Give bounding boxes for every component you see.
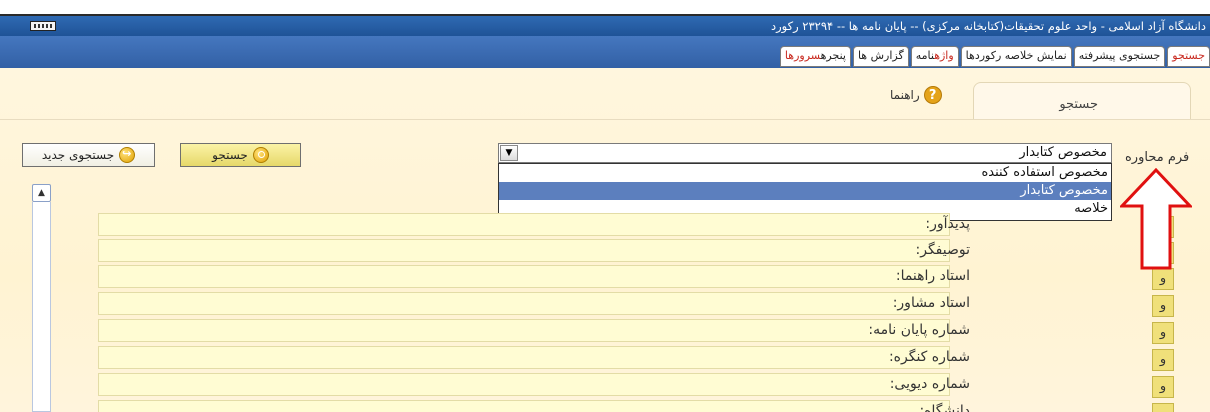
form-type-label: فرم محاوره [1125, 150, 1190, 165]
scroll-up-button[interactable]: ▲ [32, 184, 51, 202]
field-row-congress-number: شماره کنگره: و [0, 346, 1210, 374]
field-label: استاد راهنما: [895, 268, 970, 284]
help-link[interactable]: راهنما ? [890, 86, 942, 104]
field-label: شماره کنگره: [888, 349, 970, 365]
field-row-university: دانشگاه: و [0, 400, 1210, 412]
magnifier-icon [252, 147, 269, 163]
red-up-arrow-icon [1120, 168, 1192, 270]
top-strip [0, 0, 1210, 14]
field-row-creator: پدیدآور: [0, 213, 1210, 241]
tab-reports[interactable]: گزارش ها [852, 46, 909, 67]
chevron-down-icon[interactable]: ▼ [500, 145, 518, 161]
conjunction-button[interactable]: و [1152, 349, 1174, 371]
field-row-thesis-number: شماره پایان نامه: و [0, 319, 1210, 347]
field-row-dewey-number: شماره دیویی: و [0, 373, 1210, 401]
field-label: پدیدآور: [925, 216, 970, 232]
tab-search[interactable]: جستجو [1167, 46, 1210, 67]
conjunction-button[interactable]: و [1152, 295, 1174, 317]
form-type-select[interactable]: ▼ مخصوص کتابدار [498, 143, 1112, 163]
field-label: دانشگاه: [919, 403, 970, 412]
tab-bar: جستجو جستجوی پیشرفته نمایش خلاصه رکوردها… [0, 36, 1210, 68]
panel-tab-search[interactable]: جستجو [973, 82, 1191, 120]
university-input[interactable] [98, 400, 950, 412]
conjunction-button[interactable]: و [1152, 403, 1174, 412]
conjunction-button[interactable]: و [1152, 376, 1174, 398]
keyboard-icon[interactable] [30, 21, 56, 31]
field-label: استاد مشاور: [892, 295, 970, 311]
congress-number-input[interactable] [98, 346, 950, 369]
conjunction-button[interactable]: و [1152, 322, 1174, 344]
panel-divider [0, 119, 1210, 120]
window-title: دانشگاه آزاد اسلامی - واحد علوم تحقیقات(… [770, 19, 1206, 33]
field-label: شماره دیویی: [889, 376, 970, 392]
search-button[interactable]: جستجو [180, 143, 301, 167]
tab-advanced-search[interactable]: جستجوی پیشرفته [1073, 46, 1166, 67]
help-label: راهنما [890, 88, 920, 102]
descriptor-input[interactable] [98, 239, 950, 262]
field-label: توصیفگر: [915, 242, 971, 258]
field-row-advisor: استاد مشاور: و [0, 292, 1210, 320]
tab-thesaurus[interactable]: واژهنامه [910, 46, 959, 67]
advisor-input[interactable] [98, 292, 950, 315]
new-search-button[interactable]: جستجوی جدید [22, 143, 155, 167]
help-icon: ? [923, 86, 942, 104]
panel-tab-label: جستجو [1059, 97, 1098, 112]
refresh-arrow-icon [119, 147, 136, 163]
field-row-descriptor: توصیفگر: [0, 239, 1210, 267]
thesis-number-input[interactable] [98, 319, 950, 342]
form-type-value: مخصوص کتابدار [1019, 145, 1107, 160]
tab-show-record-summary[interactable]: نمایش خلاصه رکوردها [960, 46, 1072, 67]
dropdown-option-selected[interactable]: مخصوص کتابدار [499, 182, 1111, 200]
tab-servers-window[interactable]: پنجرهسرورها [779, 46, 851, 67]
creator-input[interactable] [98, 213, 950, 236]
dewey-number-input[interactable] [98, 373, 950, 396]
supervisor-input[interactable] [98, 265, 950, 288]
title-bar: دانشگاه آزاد اسلامی - واحد علوم تحقیقات(… [0, 14, 1210, 36]
field-label: شماره پایان نامه: [868, 322, 970, 338]
field-row-supervisor: استاد راهنما: و [0, 265, 1210, 293]
dropdown-option[interactable]: مخصوص استفاده کننده [499, 164, 1111, 182]
conjunction-button[interactable]: و [1152, 268, 1174, 290]
